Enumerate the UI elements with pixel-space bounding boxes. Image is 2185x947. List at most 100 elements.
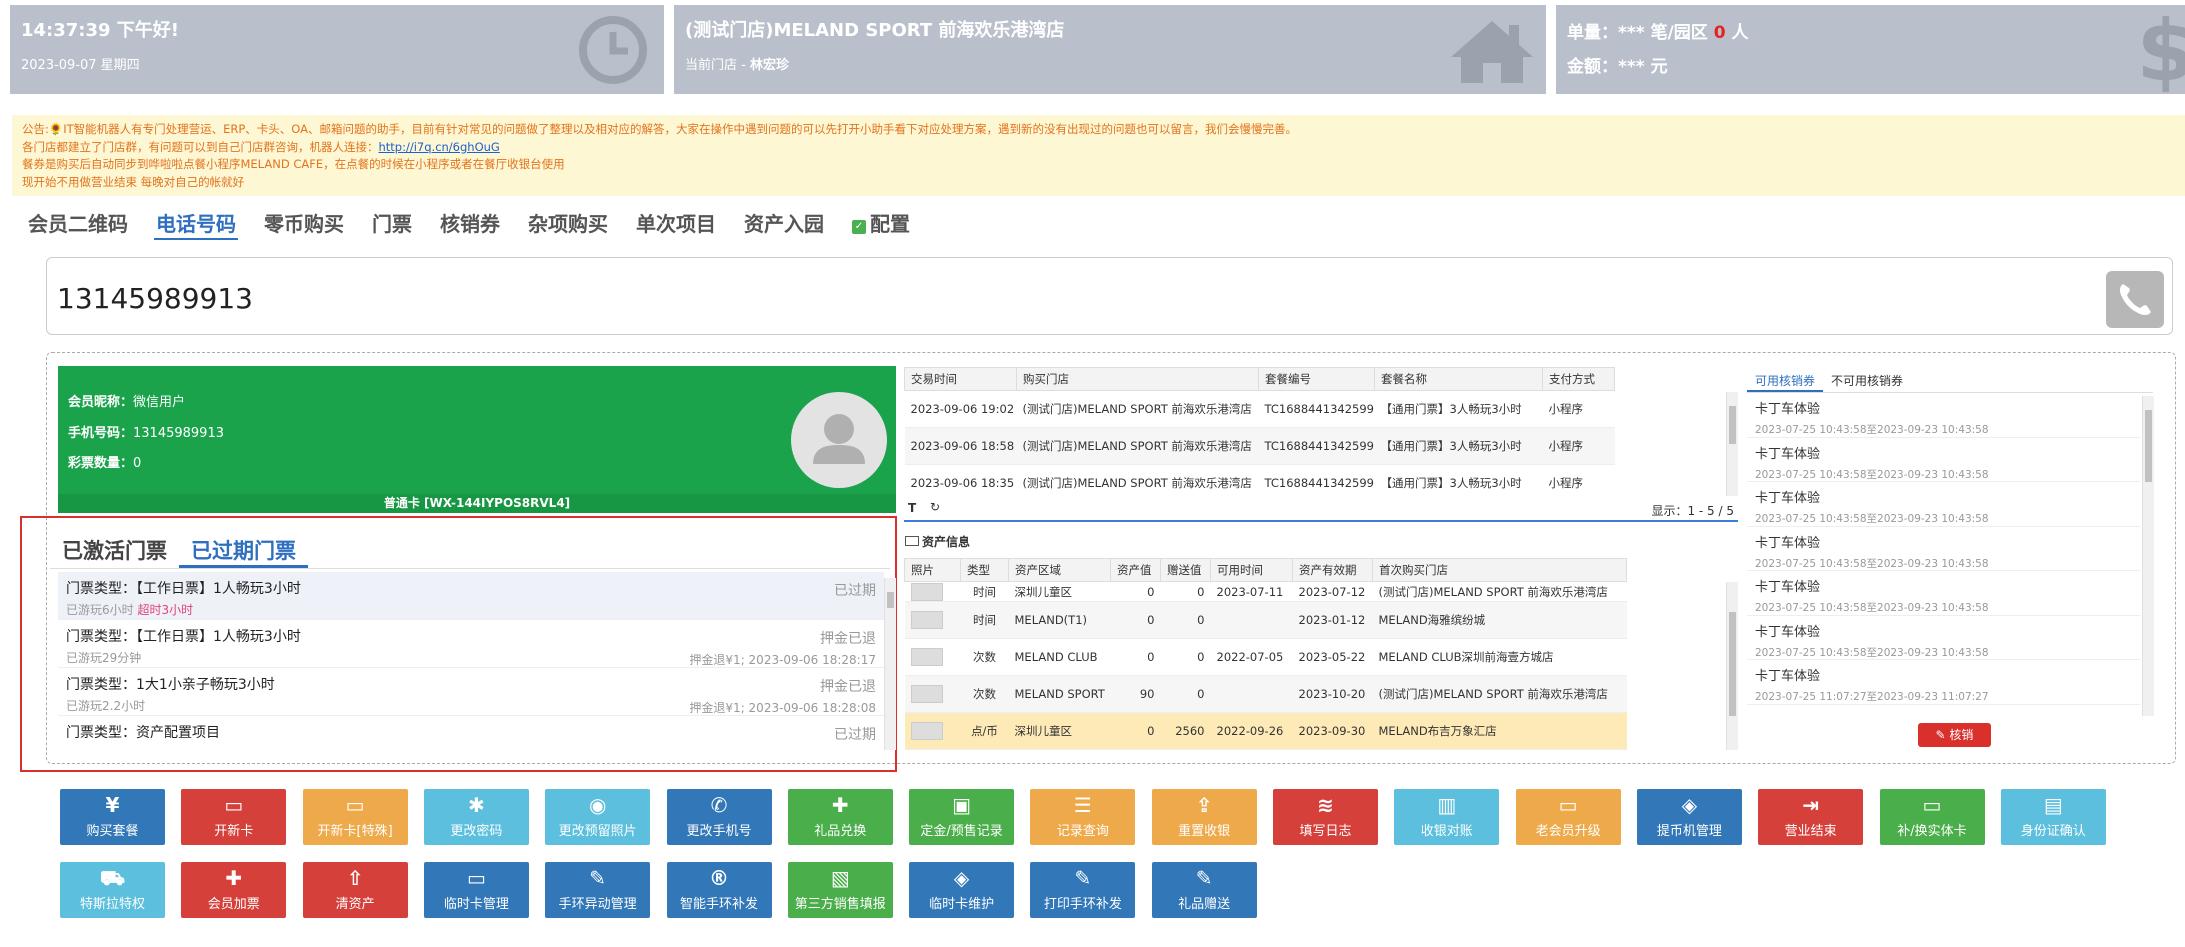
replace-card-icon: ▭	[1922, 793, 1942, 817]
tab-tickets[interactable]: 门票	[370, 204, 414, 240]
transaction-table: 交易时间 购买门店 套餐编号 套餐名称 支付方式 2023-09-06 19:0…	[904, 367, 1738, 497]
transaction-scrollbar[interactable]	[1726, 392, 1738, 496]
tab-config[interactable]: ✓ 配置	[850, 204, 912, 240]
button-label: 营业结束	[1784, 824, 1837, 839]
temp-card-maintain-icon: ◈	[953, 866, 970, 890]
button-label: 特斯拉特权	[79, 897, 145, 912]
notice-line: 公告:🌻IT智能机器人有专门处理营运、ERP、卡头、OA、邮箱问题的助手，目前有…	[22, 122, 1298, 136]
list-item[interactable]: 卡丁车体验 2023-07-25 10:43:58至2023-09-23 10:4…	[1747, 571, 2140, 616]
user-icon	[813, 414, 865, 464]
button-label: 第三方销售填报	[794, 897, 886, 912]
voucher-list: 卡丁车体验 2023-07-25 10:43:58至2023-09-23 10:4…	[1747, 393, 2140, 713]
id-confirm-icon: ▤	[2043, 793, 2063, 817]
member-upgrade-button[interactable]: ▭ 老会员升级	[1515, 789, 1621, 845]
list-item[interactable]: 门票类型：1大1小亲子畅玩3小时 已游玩2.2小时 押金已退 押金退¥1; 20…	[58, 668, 884, 716]
coin-machine-button[interactable]: ◈ 提币机管理	[1636, 789, 1742, 845]
record-query-button[interactable]: ☰ 记录查询	[1030, 789, 1136, 845]
change-photo-button[interactable]: ◉ 更改预留照片	[545, 789, 651, 845]
tab-unavailable-vouchers[interactable]: 不可用核销券	[1823, 367, 1911, 392]
voucher-scrollbar[interactable]	[2142, 396, 2154, 716]
table-row[interactable]: 次数 MELAND CLUB 0 0 2022-07-05 2023-05-22 MELAN…	[904, 638, 1627, 676]
refresh-icon[interactable]: ↻	[930, 500, 940, 514]
buy-package-button[interactable]: ¥ 购买套餐	[60, 789, 165, 845]
member-card: 会员昵称：微信用户 手机号码：13145989913 彩票数量：0 普通卡 [W…	[58, 366, 896, 513]
replace-card-button[interactable]: ▭ 补/换实体卡	[1879, 789, 1985, 845]
assets-scrollbar[interactable]	[1726, 582, 1738, 750]
list-item[interactable]: 门票类型：【工作日票】1人畅玩3小时 已游玩6小时 超时3小时 已过期	[58, 572, 884, 620]
deposit-records-icon: ▣	[952, 793, 972, 817]
tesla-privilege-button[interactable]: ⛟ 特斯拉特权	[60, 862, 165, 918]
table-row[interactable]: 2023-09-06 19:02 (测试门店)MELAND SPORT 前海欢乐港…	[904, 390, 1615, 428]
tab-coin-purchase[interactable]: 零币购买	[262, 204, 346, 240]
member-add-ticket-button[interactable]: ✚ 会员加票	[181, 862, 287, 918]
new-card-button[interactable]: ▭ 开新卡	[181, 789, 287, 845]
gift-exchange-button[interactable]: ✚ 礼品兑换	[787, 789, 893, 845]
tab-expired-tickets[interactable]: 已过期门票	[179, 531, 308, 568]
list-item[interactable]: 卡丁车体验 2023-07-25 10:43:58至2023-09-23 10:4…	[1747, 482, 2140, 527]
wristband-change-button[interactable]: ✎ 手环异动管理	[545, 862, 651, 918]
reset-cashier-icon: ⇪	[1195, 793, 1213, 817]
temp-card-maintain-button[interactable]: ◈ 临时卡维护	[909, 862, 1015, 918]
list-item[interactable]: 卡丁车体验 2023-07-25 10:43:58至2023-09-23 10:4…	[1747, 527, 2140, 571]
tab-phone-number[interactable]: 电话号码	[154, 204, 238, 240]
deposit-records-button[interactable]: ▣ 定金/预售记录	[909, 789, 1015, 845]
write-log-button[interactable]: ≋ 填写日志	[1273, 789, 1378, 845]
new-card-icon: ▭	[224, 793, 244, 817]
clear-assets-button[interactable]: ⇧ 清资产	[302, 862, 408, 918]
button-label: 礼品兑换	[814, 824, 867, 839]
list-item[interactable]: 卡丁车体验 2023-07-25 10:43:58至2023-09-23 10:4…	[1747, 393, 2140, 438]
close-business-button[interactable]: ⇥ 营业结束	[1758, 789, 1864, 845]
table-row[interactable]: 时间 MELAND(T1) 0 0 2023-01-12 MELAND海雅缤纷城	[904, 601, 1627, 639]
table-row[interactable]: 次数 MELAND SPORT 90 0 2023-10-20 (测试门店)MELAND …	[904, 675, 1627, 713]
ticket-tabs: 已激活门票 已过期门票	[50, 531, 890, 569]
reset-cashier-button[interactable]: ⇪ 重置收银	[1151, 789, 1257, 845]
checkbox-icon: ✓	[852, 220, 866, 234]
home-icon	[1451, 21, 1533, 83]
third-party-sales-button[interactable]: ▧ 第三方销售填报	[787, 862, 893, 918]
id-confirm-button[interactable]: ▤ 身份证确认	[2000, 789, 2106, 845]
new-card-special-button[interactable]: ▭ 开新卡[特殊]	[302, 789, 408, 845]
change-phone-button[interactable]: ✆ 更改手机号	[666, 789, 772, 845]
tab-vouchers[interactable]: 核销券	[438, 204, 502, 240]
cashier-reconcile-button[interactable]: ▥ 收银对账	[1394, 789, 1500, 845]
edit-icon: ✎	[1935, 728, 1950, 742]
asset-photo	[910, 685, 943, 703]
print-wristband-reissue-button[interactable]: ✎ 打印手环补发	[1030, 862, 1136, 918]
table-row[interactable]: 2023-09-06 18:35 (测试门店)MELAND SPORT 前海欢乐港…	[904, 464, 1615, 497]
tab-active-tickets[interactable]: 已激活门票	[50, 531, 179, 568]
ticket-scrollbar[interactable]	[884, 578, 896, 750]
tab-misc-purchase[interactable]: 杂项购买	[526, 204, 610, 240]
write-off-button[interactable]: ✎ 核销	[1918, 723, 1991, 747]
list-item[interactable]: 卡丁车体验 2023-07-25 11:07:27至2023-09-23 11:0…	[1747, 660, 2140, 705]
asset-photo	[910, 722, 943, 740]
avatar[interactable]	[791, 392, 887, 488]
tab-available-vouchers[interactable]: 可用核销券	[1747, 367, 1824, 392]
table-row[interactable]: 2023-09-06 18:58 (测试门店)MELAND SPORT 前海欢乐港…	[904, 427, 1615, 465]
text-format-icon[interactable]: T	[908, 501, 916, 515]
button-label: 收银对账	[1420, 824, 1473, 839]
smart-wristband-reissue-button[interactable]: ® 智能手环补发	[666, 862, 772, 918]
button-label: 会员加票	[207, 897, 260, 912]
orders-stat: 单量：*** 笔/园区 0 人	[1567, 23, 1749, 43]
table-row[interactable]: 时间 深圳儿童区 0 0 2023-07-11 2023-07-12 (测试门店)MELAN…	[904, 581, 1627, 602]
clock-card: 14:37:39 下午好! 2023-09-07 星期四	[10, 5, 664, 94]
temp-card-manage-button[interactable]: ▭ 临时卡管理	[423, 862, 529, 918]
clear-assets-icon: ⇧	[346, 866, 364, 890]
assets-table: 照片 类型 资产区域 资产值 赠送值 可用时间 资产有效期 首次购买门店 时间 深圳儿童区 0 0 2…	[904, 558, 1724, 752]
list-item[interactable]: 卡丁车体验 2023-07-25 10:43:58至2023-09-23 10:4…	[1747, 438, 2140, 482]
robot-link[interactable]: http://i7q.cn/6ghOuG	[379, 140, 500, 154]
gift-giving-button[interactable]: ✎ 礼品赠送	[1151, 862, 1257, 918]
tesla-privilege-icon: ⛟	[99, 866, 126, 890]
tab-single-item[interactable]: 单次项目	[634, 204, 718, 240]
button-label: 开新卡[特殊]	[317, 824, 393, 839]
button-label: 购买套餐	[86, 824, 139, 839]
change-password-button[interactable]: ✱ 更改密码	[423, 789, 529, 845]
phone-search-button[interactable]	[2106, 271, 2164, 328]
list-item[interactable]: 卡丁车体验 2023-07-25 10:43:58至2023-09-23 10:4…	[1747, 616, 2140, 660]
list-item[interactable]: 门票类型：资产配置项目 已过期	[58, 716, 884, 752]
table-row[interactable]: 点/币 深圳儿童区 0 2560 2022-09-26 2023-09-30 MELAND布…	[904, 712, 1627, 750]
tab-member-qrcode[interactable]: 会员二维码	[26, 204, 130, 240]
list-item[interactable]: 门票类型：【工作日票】1人畅玩3小时 已游玩29分钟 押金已退 押金退¥1; 2…	[58, 620, 884, 668]
tab-asset-entry[interactable]: 资产入园	[742, 204, 826, 240]
phone-input[interactable]: 13145989913	[57, 282, 253, 315]
